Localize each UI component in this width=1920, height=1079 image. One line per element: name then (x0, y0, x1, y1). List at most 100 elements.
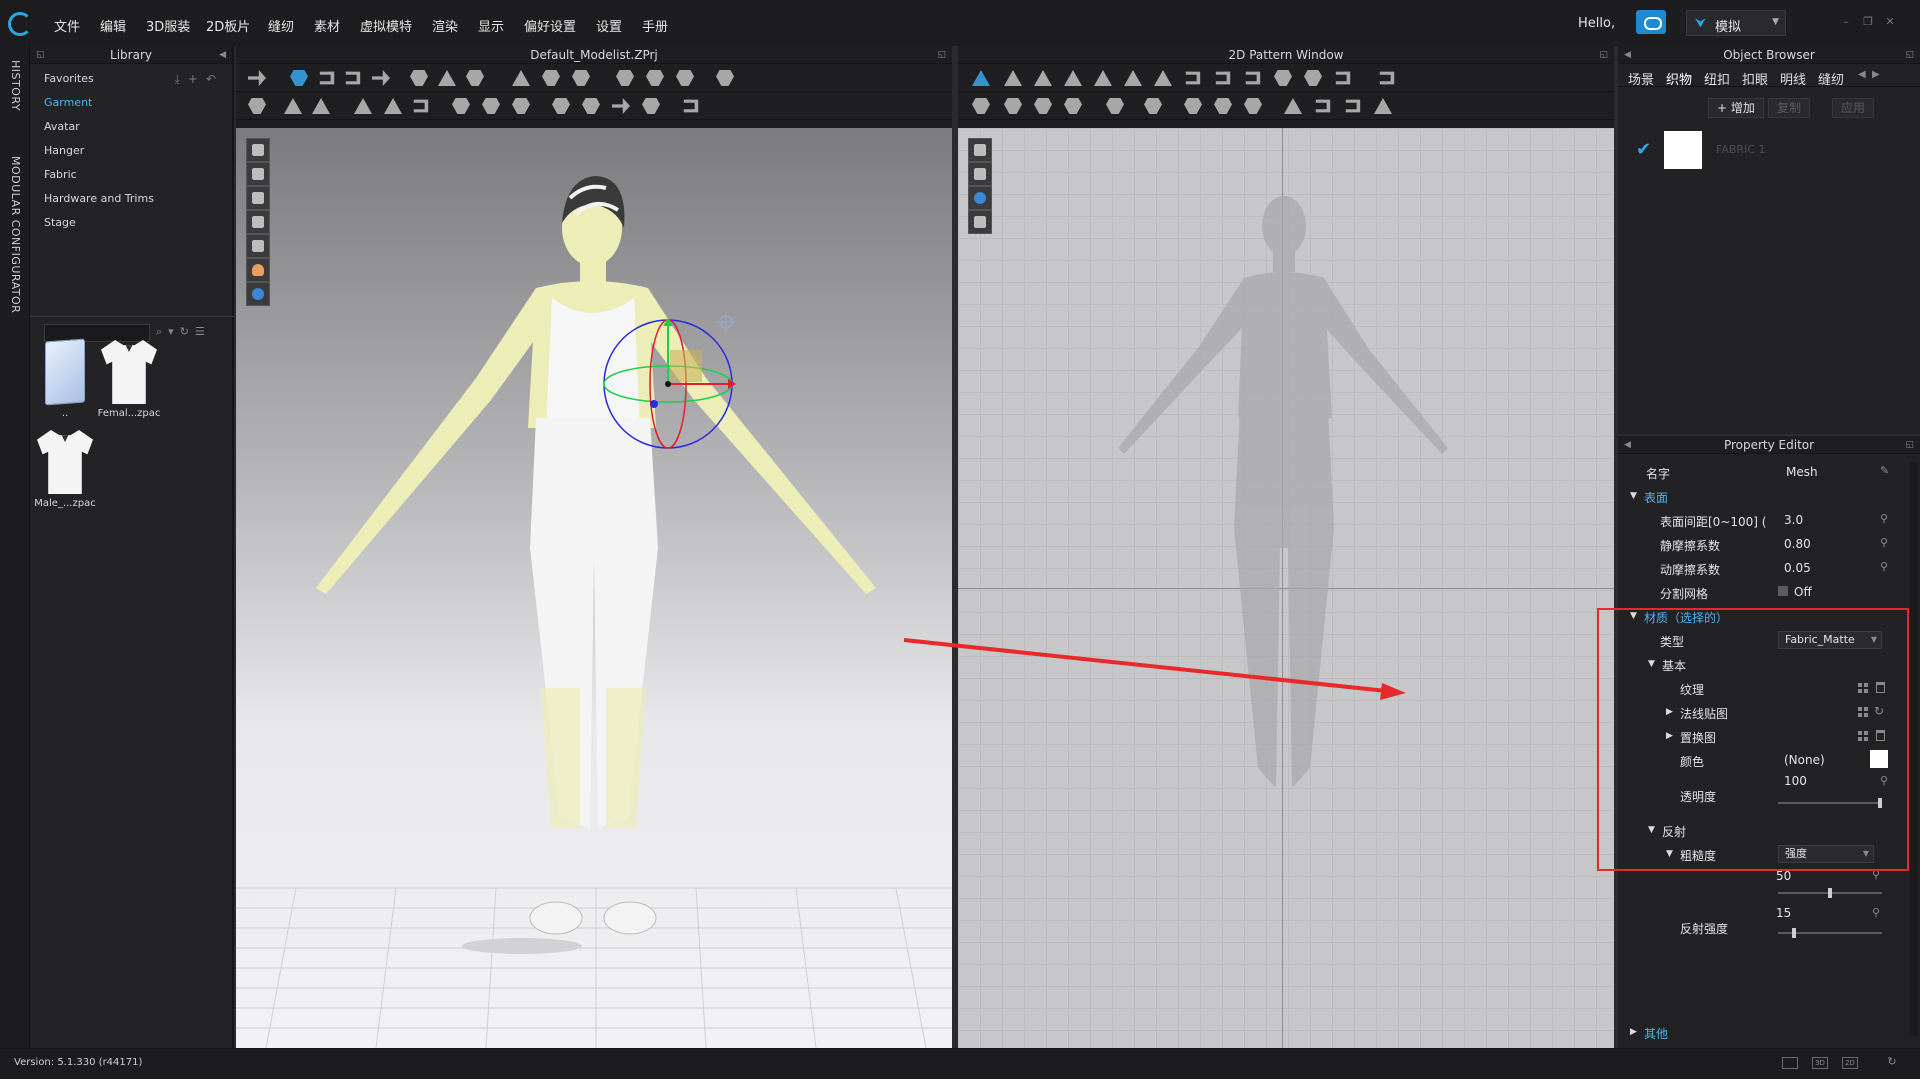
cloud-icon[interactable] (1636, 10, 1666, 34)
roughness-value[interactable]: 50 (1776, 869, 1791, 883)
fabric-icon[interactable] (572, 70, 590, 86)
measure-2d-icon[interactable] (1284, 98, 1302, 114)
split-mesh-toggle[interactable] (1778, 586, 1788, 596)
tab-fabric[interactable]: 织物 (1666, 69, 1692, 88)
measure-icon[interactable] (512, 70, 530, 86)
topstitch-2d-icon[interactable] (1184, 98, 1202, 114)
graphic-icon[interactable] (642, 98, 660, 114)
modular-configurator-tab[interactable]: MODULAR CONFIGURATOR (9, 156, 22, 313)
menu-3d-garment[interactable]: 3D服装 (146, 16, 190, 35)
expand-right-icon[interactable]: ▶ (1666, 707, 1673, 717)
box-select-icon[interactable] (345, 71, 361, 85)
undock-icon[interactable]: ◱ (36, 46, 45, 64)
tab-scroll-left-icon[interactable]: ◀ (1858, 69, 1866, 80)
2d-view-icon[interactable]: 2D (1842, 1057, 1858, 1069)
fold-line-icon[interactable] (1154, 70, 1172, 86)
copy-fabric-button[interactable]: 复制 (1768, 98, 1811, 118)
plus-icon[interactable]: + (188, 72, 206, 86)
expand-icon[interactable]: ▼ (1666, 849, 1673, 859)
surface-section[interactable]: ▼ 表面 (1618, 486, 1908, 508)
refresh-icon[interactable]: ↻ (1874, 704, 1884, 718)
browse-icon[interactable] (1858, 683, 1868, 693)
menu-manual[interactable]: 手册 (642, 16, 668, 35)
other-section[interactable]: ▶ 其他 (1618, 1022, 1908, 1044)
nav-fabric[interactable]: Fabric (44, 168, 154, 192)
nav-favorites[interactable]: Favorites (44, 72, 154, 96)
avatar-figure[interactable] (316, 176, 876, 954)
mode-dropdown[interactable]: ⮟ 模拟 ▼ (1686, 10, 1786, 36)
puckering-icon[interactable] (542, 70, 560, 86)
segment-sew-icon[interactable] (384, 98, 402, 114)
buttonhole-2d-icon[interactable] (1244, 98, 1262, 114)
nav-stage[interactable]: Stage (44, 216, 154, 240)
basic-section[interactable]: ▼ 基本 (1618, 654, 1908, 676)
garment-icon[interactable] (646, 70, 664, 86)
tack-icon[interactable] (466, 70, 484, 86)
undock-icon[interactable]: ◱ (1905, 46, 1914, 64)
name-value[interactable]: Mesh (1786, 465, 1818, 479)
library-item-female[interactable]: Femal...zpac (94, 340, 164, 419)
history-tab[interactable]: HISTORY (9, 60, 22, 111)
dart-icon[interactable] (1274, 70, 1292, 86)
library-item-male[interactable]: Male_...zpac (30, 430, 100, 509)
tab-buttonholes[interactable]: 扣眼 (1742, 69, 1768, 88)
texture-edit-icon[interactable] (1106, 98, 1124, 114)
menu-materials[interactable]: 素材 (314, 16, 340, 35)
menu-edit[interactable]: 编辑 (100, 16, 126, 35)
line-icon[interactable] (612, 98, 630, 114)
pin-icon[interactable]: ⚲ (1872, 906, 1884, 920)
pose-icon[interactable] (248, 98, 266, 114)
material-type-dropdown[interactable]: Fabric_Matte ▼ (1778, 631, 1882, 649)
nav-hanger[interactable]: Hanger (44, 144, 154, 168)
close-icon[interactable]: ✕ (1884, 16, 1896, 27)
avatar-measure-icon[interactable] (716, 70, 734, 86)
dynamic-friction-value[interactable]: 0.05 (1784, 561, 1811, 575)
menu-avatar[interactable]: 虚拟模特 (360, 16, 412, 35)
library-item-folder[interactable]: .. (30, 338, 100, 419)
dropdown-icon[interactable]: ▾ (168, 325, 180, 338)
expand-right-icon[interactable]: ▶ (1630, 1027, 1637, 1037)
expand-right-icon[interactable]: ▶ (1666, 731, 1673, 741)
opacity-slider[interactable] (1778, 798, 1882, 808)
light-icon[interactable] (716, 312, 736, 332)
material-section[interactable]: ▼ 材质（选择的） (1618, 606, 1908, 628)
slider-knob[interactable] (1791, 928, 1796, 938)
tab-topstitch[interactable]: 明线 (1780, 69, 1806, 88)
pin-icon[interactable]: ⚲ (1872, 868, 1884, 882)
nav-hardware-trims[interactable]: Hardware and Trims (44, 192, 154, 216)
reflect-strength-slider[interactable] (1778, 928, 1882, 938)
color-swatch[interactable] (1870, 750, 1888, 768)
layout-icon[interactable] (1782, 1057, 1798, 1069)
undock-icon[interactable]: ◱ (1599, 46, 1608, 64)
sync-icon[interactable]: ↻ (1884, 1056, 1900, 1069)
delete-icon[interactable] (1876, 730, 1885, 741)
collapse-icon[interactable]: ◀ (1624, 46, 1631, 64)
pin-icon[interactable]: ⚲ (1880, 536, 1892, 550)
3d-viewport[interactable] (236, 128, 952, 1048)
topstitch-icon[interactable] (452, 98, 470, 114)
add-point-icon[interactable] (1094, 70, 1112, 86)
roughness-slider[interactable] (1778, 888, 1882, 898)
select-icon[interactable] (319, 71, 335, 85)
pin-box-icon[interactable] (438, 70, 456, 86)
transform-pattern-icon[interactable] (972, 70, 990, 86)
expand-icon[interactable]: ▼ (1648, 659, 1655, 669)
graphic-2d-icon[interactable] (1345, 99, 1361, 113)
trim-icon[interactable] (683, 99, 699, 113)
zipper-icon[interactable] (482, 98, 500, 114)
menu-render[interactable]: 渲染 (432, 16, 458, 35)
pin-icon[interactable]: ⚲ (1880, 560, 1892, 574)
thickness-value[interactable]: 3.0 (1784, 513, 1803, 527)
copy-icon[interactable] (413, 99, 429, 113)
seam-icon[interactable] (312, 98, 330, 114)
menu-2d-pattern[interactable]: 2D板片 (206, 16, 250, 35)
browse-icon[interactable] (1858, 731, 1868, 741)
multi-sew-icon[interactable] (1034, 98, 1052, 114)
ellipse-icon[interactable] (1245, 71, 1261, 85)
3d-view-icon[interactable]: 3D (1812, 1057, 1828, 1069)
pin-icon[interactable]: ⚲ (1880, 512, 1892, 526)
pleat-icon[interactable] (1379, 71, 1395, 85)
search-icon[interactable]: ⌕ (156, 325, 168, 338)
collapse-icon[interactable]: ◀ (219, 46, 226, 64)
trace-icon[interactable] (1304, 70, 1322, 86)
